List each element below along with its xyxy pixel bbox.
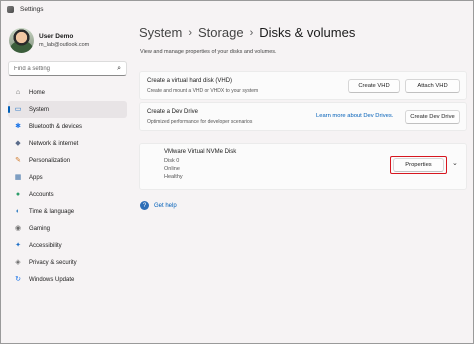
disk-number: Disk 0 [164,158,180,164]
get-help-link[interactable]: ? Get help [140,201,177,210]
sidebar-nav: ⌂ Home ▭ System ✱ Bluetooth & devices ◆ Network… [8,84,127,288]
help-icon: ? [140,201,149,210]
breadcrumb-system[interactable]: System [139,25,182,40]
sidebar-item-time-language[interactable]: ◐ Time & language [8,203,127,220]
page-subtitle: View and manage properties of your disks… [140,49,277,55]
sidebar-item-label: Apps [29,174,43,181]
sidebar-item-system[interactable]: ▭ System [8,101,127,118]
page-title: Disks & volumes [259,25,356,40]
sidebar-item-label: Gaming [29,225,51,232]
disk-card[interactable]: VMware Virtual NVMe Disk Disk 0 Online H… [139,143,467,190]
chevron-right-icon: › [188,26,193,39]
home-icon: ⌂ [15,89,21,96]
sidebar-item-label: Windows Update [29,276,75,283]
update-icon: ↻ [15,276,21,283]
sidebar-item-personalization[interactable]: ✎ Personalization [8,152,127,169]
vhd-description: Create and mount a VHD or VHDX to your s… [147,88,259,94]
sidebar-item-label: Bluetooth & devices [29,123,83,130]
properties-button[interactable]: Properties [393,158,444,172]
sidebar-item-home[interactable]: ⌂ Home [8,84,127,101]
window-title: Settings [20,5,44,13]
title-bar: Settings [1,1,473,17]
avatar [9,27,34,53]
sidebar-item-label: Accounts [29,191,54,198]
vhd-title: Create a virtual hard disk (VHD) [147,78,233,84]
sidebar-item-apps[interactable]: ▦ Apps [8,169,127,186]
sidebar-item-label: Home [29,89,46,96]
brush-icon: ✎ [15,157,21,164]
dev-drive-title: Create a Dev Drive [147,109,199,115]
sidebar-item-label: Personalization [29,157,71,164]
gamepad-icon: ◉ [14,225,22,232]
profile-email: m_lab@outlook.com [39,41,90,48]
sidebar-item-label: Privacy & security [29,259,77,266]
sidebar-item-label: Time & language [29,208,75,215]
settings-app-icon [7,5,14,13]
sidebar-item-label: Accessibility [29,242,62,249]
shield-icon: ◈ [15,259,21,266]
breadcrumb: System › Storage › Disks & volumes [139,25,355,40]
vhd-card: Create a virtual hard disk (VHD) Create … [139,71,467,100]
user-profile[interactable]: User Demo m_lab@outlook.com [9,27,129,53]
dev-drive-description: Optimized performance for developer scen… [147,119,253,125]
sidebar-item-windows-update[interactable]: ↻ Windows Update [8,271,127,288]
apps-icon: ▦ [14,174,22,181]
chevron-down-icon[interactable]: ⌄ [452,159,458,167]
get-help-label: Get help [154,202,177,209]
account-icon: ● [15,191,21,198]
sidebar-item-network-internet[interactable]: ◆ Network & internet [8,135,127,152]
bluetooth-icon: ✱ [15,123,21,130]
search-input[interactable] [14,65,118,72]
network-icon: ◆ [15,140,21,147]
sidebar-item-accounts[interactable]: ● Accounts [8,186,127,203]
dev-drive-card: Create a Dev Drive Optimized performance… [139,102,467,131]
breadcrumb-storage[interactable]: Storage [198,25,244,40]
disk-status: Online [164,166,180,172]
search-box[interactable]: ⌕ [8,61,127,76]
learn-more-dev-drives-link[interactable]: Learn more about Dev Drives. [316,113,393,119]
sidebar-item-label: Network & internet [29,140,79,147]
sidebar-item-bluetooth-devices[interactable]: ✱ Bluetooth & devices [8,118,127,135]
create-vhd-button[interactable]: Create VHD [348,79,400,93]
chevron-right-icon: › [249,26,254,39]
search-icon[interactable]: ⌕ [117,65,121,73]
sidebar-item-accessibility[interactable]: ✦ Accessibility [8,237,127,254]
sidebar-item-privacy-security[interactable]: ◈ Privacy & security [8,254,127,271]
create-dev-drive-button[interactable]: Create Dev Drive [405,110,460,124]
settings-window: Settings User Demo m_lab@outlook.com ⌕ ⌂… [0,0,474,344]
profile-name: User Demo [39,32,74,40]
monitor-icon: ▭ [14,106,22,113]
accessibility-icon: ✦ [15,242,21,249]
attach-vhd-button[interactable]: Attach VHD [405,79,460,93]
disk-name: VMware Virtual NVMe Disk [164,149,237,155]
disk-health: Healthy [164,174,183,180]
sidebar-item-label: System [29,106,50,113]
sidebar-item-gaming[interactable]: ◉ Gaming [8,220,127,237]
globe-clock-icon: ◐ [15,208,21,215]
